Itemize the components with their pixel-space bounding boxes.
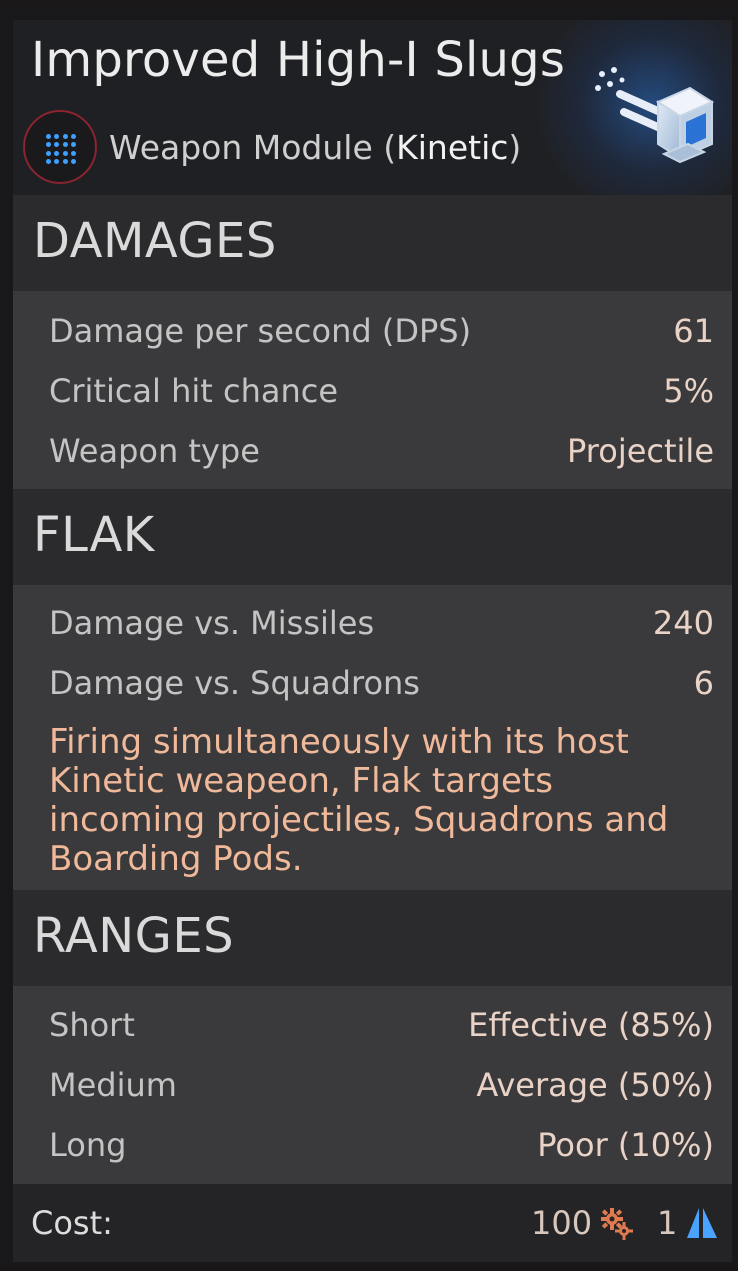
stat-row-dps: Damage per second (DPS) 61 <box>13 299 732 359</box>
stat-label: Long <box>49 1126 127 1164</box>
stat-value: 6 <box>693 664 714 702</box>
stat-row-range-long: Long Poor (10%) <box>13 1113 732 1173</box>
cost-industry-value: 100 <box>531 1204 593 1242</box>
stat-value: 240 <box>652 604 714 642</box>
stat-row-range-medium: Medium Average (50%) <box>13 1053 732 1113</box>
stat-row-damage-vs-squadrons: Damage vs. Squadrons 6 <box>13 651 732 711</box>
cost-footer: Cost: 100 1 <box>13 1184 732 1262</box>
stat-value: Effective (85%) <box>468 1006 714 1044</box>
item-title: Improved High-I Slugs <box>31 32 566 88</box>
stat-label: Damage vs. Squadrons <box>49 664 420 702</box>
item-category: Weapon Module (Kinetic) <box>109 128 522 167</box>
stat-label: Damage vs. Missiles <box>49 604 375 642</box>
stat-value: 5% <box>663 372 714 410</box>
section-body-ranges: Short Effective (85%) Medium Average (50… <box>13 986 732 1184</box>
section-title: RANGES <box>33 908 235 964</box>
section-title: FLAK <box>33 507 155 563</box>
stat-value: Average (50%) <box>476 1066 714 1104</box>
sail-icon <box>687 1208 717 1238</box>
section-body-damages: Damage per second (DPS) 61 Critical hit … <box>13 291 732 489</box>
stat-label: Medium <box>49 1066 177 1104</box>
cost-label: Cost: <box>31 1204 113 1242</box>
cost-slots-value: 1 <box>657 1204 678 1242</box>
section-title: DAMAGES <box>33 213 277 269</box>
module-dots-icon <box>23 110 97 184</box>
section-header-ranges: RANGES <box>13 890 732 986</box>
section-body-flak: Damage vs. Missiles 240 Damage vs. Squad… <box>13 585 732 890</box>
stat-label: Short <box>49 1006 135 1044</box>
stat-value: Poor (10%) <box>537 1126 714 1164</box>
stat-row-crit-chance: Critical hit chance 5% <box>13 359 732 419</box>
flak-description: Firing simultaneously with its host Kine… <box>49 722 669 879</box>
weapon-category: Kinetic <box>396 128 509 167</box>
gears-icon <box>601 1208 633 1240</box>
stat-value: Projectile <box>567 432 714 470</box>
stat-label: Damage per second (DPS) <box>49 312 472 350</box>
tooltip-panel: Improved High-I Slugs Weapon Module (Kin… <box>0 0 738 1271</box>
section-header-damages: DAMAGES <box>13 195 732 291</box>
stat-label: Weapon type <box>49 432 260 470</box>
kinetic-turret-icon <box>595 67 715 164</box>
stat-row-weapon-type: Weapon type Projectile <box>13 419 732 479</box>
tooltip-header: Improved High-I Slugs Weapon Module (Kin… <box>13 20 732 195</box>
section-header-flak: FLAK <box>13 489 732 585</box>
stat-value: 61 <box>673 312 714 350</box>
stat-label: Critical hit chance <box>49 372 339 410</box>
stat-row-damage-vs-missiles: Damage vs. Missiles 240 <box>13 591 732 651</box>
stat-row-range-short: Short Effective (85%) <box>13 993 732 1053</box>
